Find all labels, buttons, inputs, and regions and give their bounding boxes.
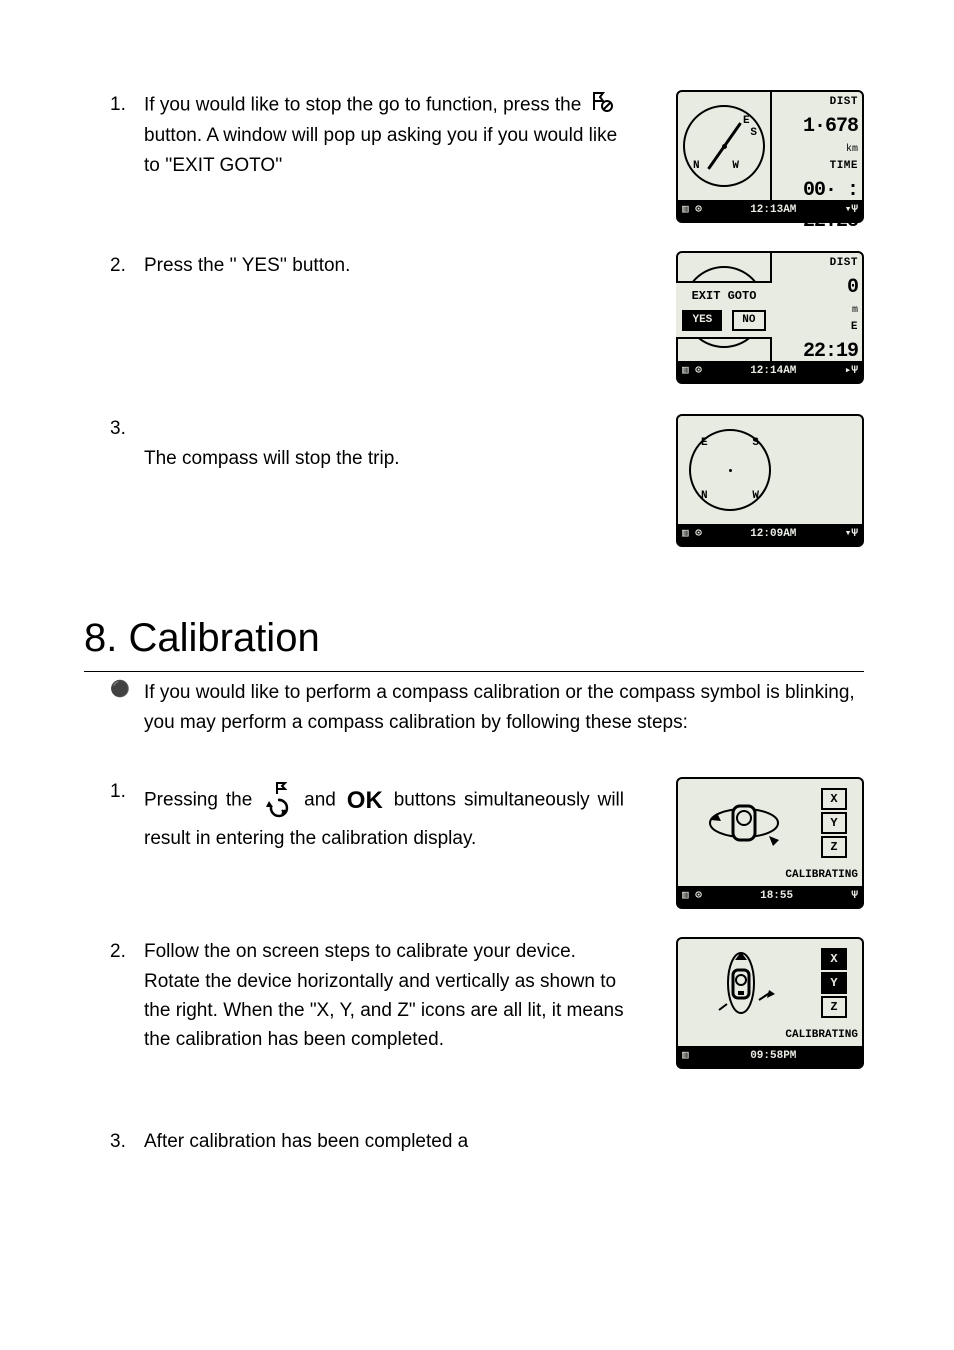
step-2-figure: EXIT GOTO YES NO DIST 0 m E 22:19 [664,251,864,384]
status-time: 12:13AM [750,202,796,219]
cardinal-e: E [743,113,750,130]
exit-goto-dialog: EXIT GOTO YES NO [676,281,772,339]
z-indicator: Z [821,836,847,858]
step-3-figure: E S W N ▥ ⊙ 12:09AM ▾Ψ [664,414,864,547]
dist-value: 1·678 [803,111,858,142]
time-val-2: 22:19 [803,336,858,367]
time-hr: 00· : [803,175,858,206]
cal-step-3-text: After calibration has been completed a [144,1127,864,1156]
cardinal-s: S [750,125,757,142]
cardinal-w: W [732,158,739,175]
dist-label-2: DIST [830,255,858,272]
step-1-row: 1. If you would like to stop the go to f… [110,90,864,223]
y-indicator: Y [821,812,847,834]
dist-label: DIST [830,94,858,111]
cal-step-3-row: 3. After calibration has been completed … [110,1127,864,1156]
time-label: TIME [830,158,858,175]
step-1-text-a: If you would like to stop the go to func… [144,95,581,116]
step-1-text: If you would like to stop the go to func… [144,90,664,180]
x-indicator-lit: X [821,948,847,970]
rotate-horizontal-icon [699,788,789,858]
ok-button-icon: OK [347,782,383,819]
cardinal-n: N [693,158,700,175]
compass-face-3: E S W N [689,429,771,511]
cal-step-2-row: 2. Follow the on screen steps to calibra… [110,937,864,1069]
dist-value-2: 0 [847,272,858,303]
flag-button-icon [590,90,616,121]
flag-refresh-icon [263,781,293,828]
yes-button[interactable]: YES [682,310,722,331]
status-time-2: 12:14AM [750,363,796,380]
cal-step-3-number: 3. [110,1127,144,1156]
x-indicator: X [821,788,847,810]
step-3-row: 3. The compass will stop the trip. E S W… [110,414,864,547]
cardinal-w-3: W [752,488,759,505]
lcd-screen-1: E S W N DIST 1·678 km TIME 00· : 22:28 [676,90,864,223]
battery-icon-3: ▥ ⊙ [682,526,702,543]
cardinal-s-3: S [752,435,759,452]
dialog-title: EXIT GOTO [676,287,772,306]
battery-icon-c1: ▥ ⊙ [682,888,702,905]
antenna-icon: ▾Ψ [845,202,858,219]
cal-step-1-figure: X Y Z CALIBRATING ▥ ⊙ 18:55 Ψ [664,777,864,909]
y-indicator-lit: Y [821,972,847,994]
cardinal-e-3: E [701,435,708,452]
compass-face: E S W N [683,105,765,187]
dist-unit: km [846,142,858,158]
cal-step-2-text: Follow the on screen steps to calibrate … [144,937,664,1055]
cal-step-1-text: Pressing the and OK buttons simultaneous… [144,777,664,854]
step-1-figure: E S W N DIST 1·678 km TIME 00· : 22:28 [664,90,864,223]
lcd-cal-2: X Y Z CALIBRATING ▥ 09:58PM [676,937,864,1069]
cal-step-1-number: 1. [110,777,144,806]
section-calibration-heading: 8. Calibration [84,607,864,672]
antenna-icon-3: ▾Ψ [845,526,858,543]
lcd-cal-1: X Y Z CALIBRATING ▥ ⊙ 18:55 Ψ [676,777,864,909]
lcd-screen-3: E S W N ▥ ⊙ 12:09AM ▾Ψ [676,414,864,547]
right-e: E [851,319,858,336]
cal-step-2-number: 2. [110,937,144,966]
step-1-text-b: button. A window will pop up asking you … [144,125,617,175]
step-2-number: 2. [110,251,144,280]
bullet-icon: ⚫ [110,678,144,737]
calibration-intro-row: ⚫ If you would like to perform a compass… [110,678,864,737]
no-button[interactable]: NO [732,310,765,331]
calibrating-label-2: CALIBRATING [678,1027,862,1046]
battery-icon: ▥ ⊙ [682,202,702,219]
antenna-icon-c1: Ψ [851,888,858,905]
dist-unit-2: m [852,303,858,319]
status-time-3: 12:09AM [750,526,796,543]
cal-step-2-figure: X Y Z CALIBRATING ▥ 09:58PM [664,937,864,1069]
step-3-text: The compass will stop the trip. [144,414,664,473]
calibration-intro-text: If you would like to perform a compass c… [144,678,864,737]
step-2-row: 2. Press the '' YES'' button. EXIT GOTO … [110,251,864,384]
cal-step-1-row: 1. Pressing the and OK buttons simultane… [110,777,864,909]
rotate-vertical-icon [699,948,789,1018]
cardinal-n-3: N [701,488,708,505]
step-3-number: 3. [110,414,144,443]
calibrating-label-1: CALIBRATING [678,867,862,886]
battery-icon-c2: ▥ [682,1048,689,1065]
status-time-c2: 09:58PM [750,1048,796,1065]
step-2-text: Press the '' YES'' button. [144,251,664,280]
battery-icon-2: ▥ ⊙ [682,363,702,380]
status-time-c1: 18:55 [760,888,793,905]
cal-step-1-a: Pressing the [144,790,252,811]
lcd-screen-2: EXIT GOTO YES NO DIST 0 m E 22:19 [676,251,864,384]
z-indicator-2: Z [821,996,847,1018]
step-1-number: 1. [110,90,144,119]
cal-step-1-b: and [304,790,336,811]
